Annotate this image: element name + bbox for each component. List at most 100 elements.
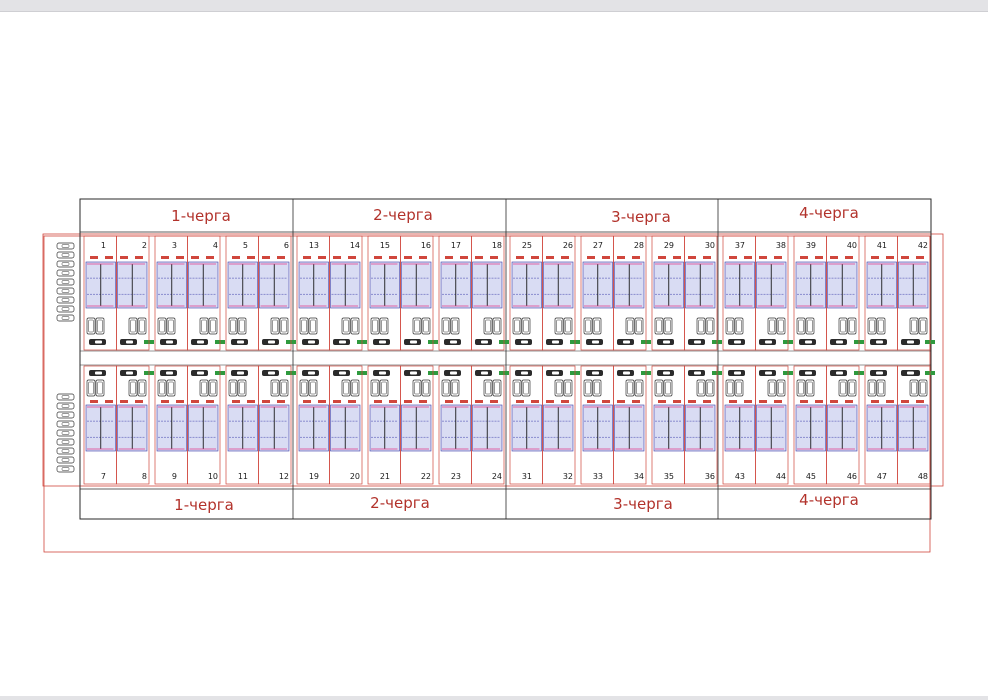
entry-marker bbox=[673, 256, 681, 259]
car-window bbox=[765, 340, 772, 344]
car-window bbox=[836, 371, 843, 375]
entry-marker bbox=[845, 400, 853, 403]
car-window bbox=[663, 371, 670, 375]
entry-marker bbox=[759, 400, 767, 403]
parking-space bbox=[838, 379, 848, 397]
side-parking-space bbox=[56, 269, 75, 277]
side-parking-space bbox=[56, 278, 75, 286]
car-window bbox=[592, 340, 599, 344]
site-plan-drawing: 1-черга 2-черга 3-черга 4-черга 1-черга … bbox=[42, 198, 944, 553]
entry-marker bbox=[333, 256, 341, 259]
entry-marker bbox=[531, 400, 539, 403]
lot-number: 18 bbox=[492, 241, 502, 250]
lot-number: 46 bbox=[847, 472, 857, 481]
lot-number: 44 bbox=[776, 472, 786, 481]
parking-space bbox=[796, 317, 806, 335]
parking-space bbox=[634, 317, 644, 335]
housing-block: 19 20 bbox=[296, 365, 363, 485]
car-window bbox=[481, 340, 488, 344]
car-window bbox=[308, 340, 315, 344]
housing-block: 13 14 bbox=[296, 235, 363, 351]
parking-space bbox=[805, 379, 815, 397]
parking-space bbox=[370, 317, 380, 335]
parking-space bbox=[663, 379, 673, 397]
parking-space bbox=[157, 317, 167, 335]
parking-space bbox=[563, 317, 573, 335]
entry-marker bbox=[460, 256, 468, 259]
parking-space bbox=[199, 379, 209, 397]
parking-space bbox=[625, 379, 635, 397]
car-window bbox=[876, 371, 883, 375]
phase-label-bottom: 3-черга bbox=[613, 495, 673, 513]
entry-marker bbox=[729, 256, 737, 259]
car-window bbox=[592, 371, 599, 375]
parking-space bbox=[663, 317, 673, 335]
housing-block: 78 bbox=[83, 365, 150, 485]
car-window bbox=[623, 340, 630, 344]
entry-marker bbox=[774, 400, 782, 403]
lot-number: 26 bbox=[563, 241, 573, 250]
car-window bbox=[268, 371, 275, 375]
parking-space bbox=[412, 379, 422, 397]
car-window bbox=[339, 340, 346, 344]
entry-marker bbox=[247, 256, 255, 259]
phase-label-top: 4-черга bbox=[799, 204, 859, 222]
entry-marker bbox=[632, 256, 640, 259]
parking-space bbox=[725, 379, 735, 397]
entry-marker bbox=[105, 256, 113, 259]
entry-marker bbox=[602, 256, 610, 259]
car-window bbox=[268, 340, 275, 344]
entry-marker bbox=[886, 400, 894, 403]
side-parking-space bbox=[56, 429, 75, 437]
parking-space bbox=[341, 317, 351, 335]
lot-number: 43 bbox=[735, 472, 745, 481]
lot-number: 39 bbox=[806, 241, 816, 250]
entry-marker bbox=[348, 400, 356, 403]
side-parking-space bbox=[56, 420, 75, 428]
car-window bbox=[410, 340, 417, 344]
car-window bbox=[694, 371, 701, 375]
housing-block: 56 bbox=[225, 235, 292, 351]
housing-block: 47 48 bbox=[864, 365, 931, 485]
side-parking-space bbox=[56, 447, 75, 455]
parking-space bbox=[847, 379, 857, 397]
parking-space bbox=[299, 379, 309, 397]
car-window bbox=[734, 371, 741, 375]
entry-marker bbox=[303, 400, 311, 403]
parking-space bbox=[270, 379, 280, 397]
lot-number: 20 bbox=[350, 472, 360, 481]
entry-marker bbox=[445, 256, 453, 259]
lot-number: 42 bbox=[918, 241, 928, 250]
car-window bbox=[805, 340, 812, 344]
lot-number: 35 bbox=[664, 472, 674, 481]
parking-space bbox=[412, 317, 422, 335]
entry-marker bbox=[815, 256, 823, 259]
lot-number: 3 bbox=[172, 241, 177, 250]
entry-marker bbox=[546, 256, 554, 259]
car-window bbox=[694, 340, 701, 344]
parking-space bbox=[583, 317, 593, 335]
housing-block: 35 36 bbox=[651, 365, 718, 485]
lot-number: 28 bbox=[634, 241, 644, 250]
lot-number: 29 bbox=[664, 241, 674, 250]
car-window bbox=[907, 340, 914, 344]
car-window bbox=[339, 371, 346, 375]
parking-space bbox=[237, 379, 247, 397]
entry-marker bbox=[303, 256, 311, 259]
parking-space bbox=[483, 317, 493, 335]
car-window bbox=[765, 371, 772, 375]
lot-number: 30 bbox=[705, 241, 715, 250]
housing-block: 31 32 bbox=[509, 365, 576, 485]
entry-marker bbox=[871, 256, 879, 259]
lot-number: 48 bbox=[918, 472, 928, 481]
entry-marker bbox=[658, 256, 666, 259]
parking-space bbox=[634, 379, 644, 397]
entry-marker bbox=[475, 400, 483, 403]
parking-space bbox=[654, 317, 664, 335]
car-window bbox=[197, 371, 204, 375]
side-parking-space bbox=[56, 314, 75, 322]
entry-marker bbox=[759, 256, 767, 259]
lot-number: 40 bbox=[847, 241, 857, 250]
entry-marker bbox=[374, 400, 382, 403]
parking-space bbox=[805, 317, 815, 335]
